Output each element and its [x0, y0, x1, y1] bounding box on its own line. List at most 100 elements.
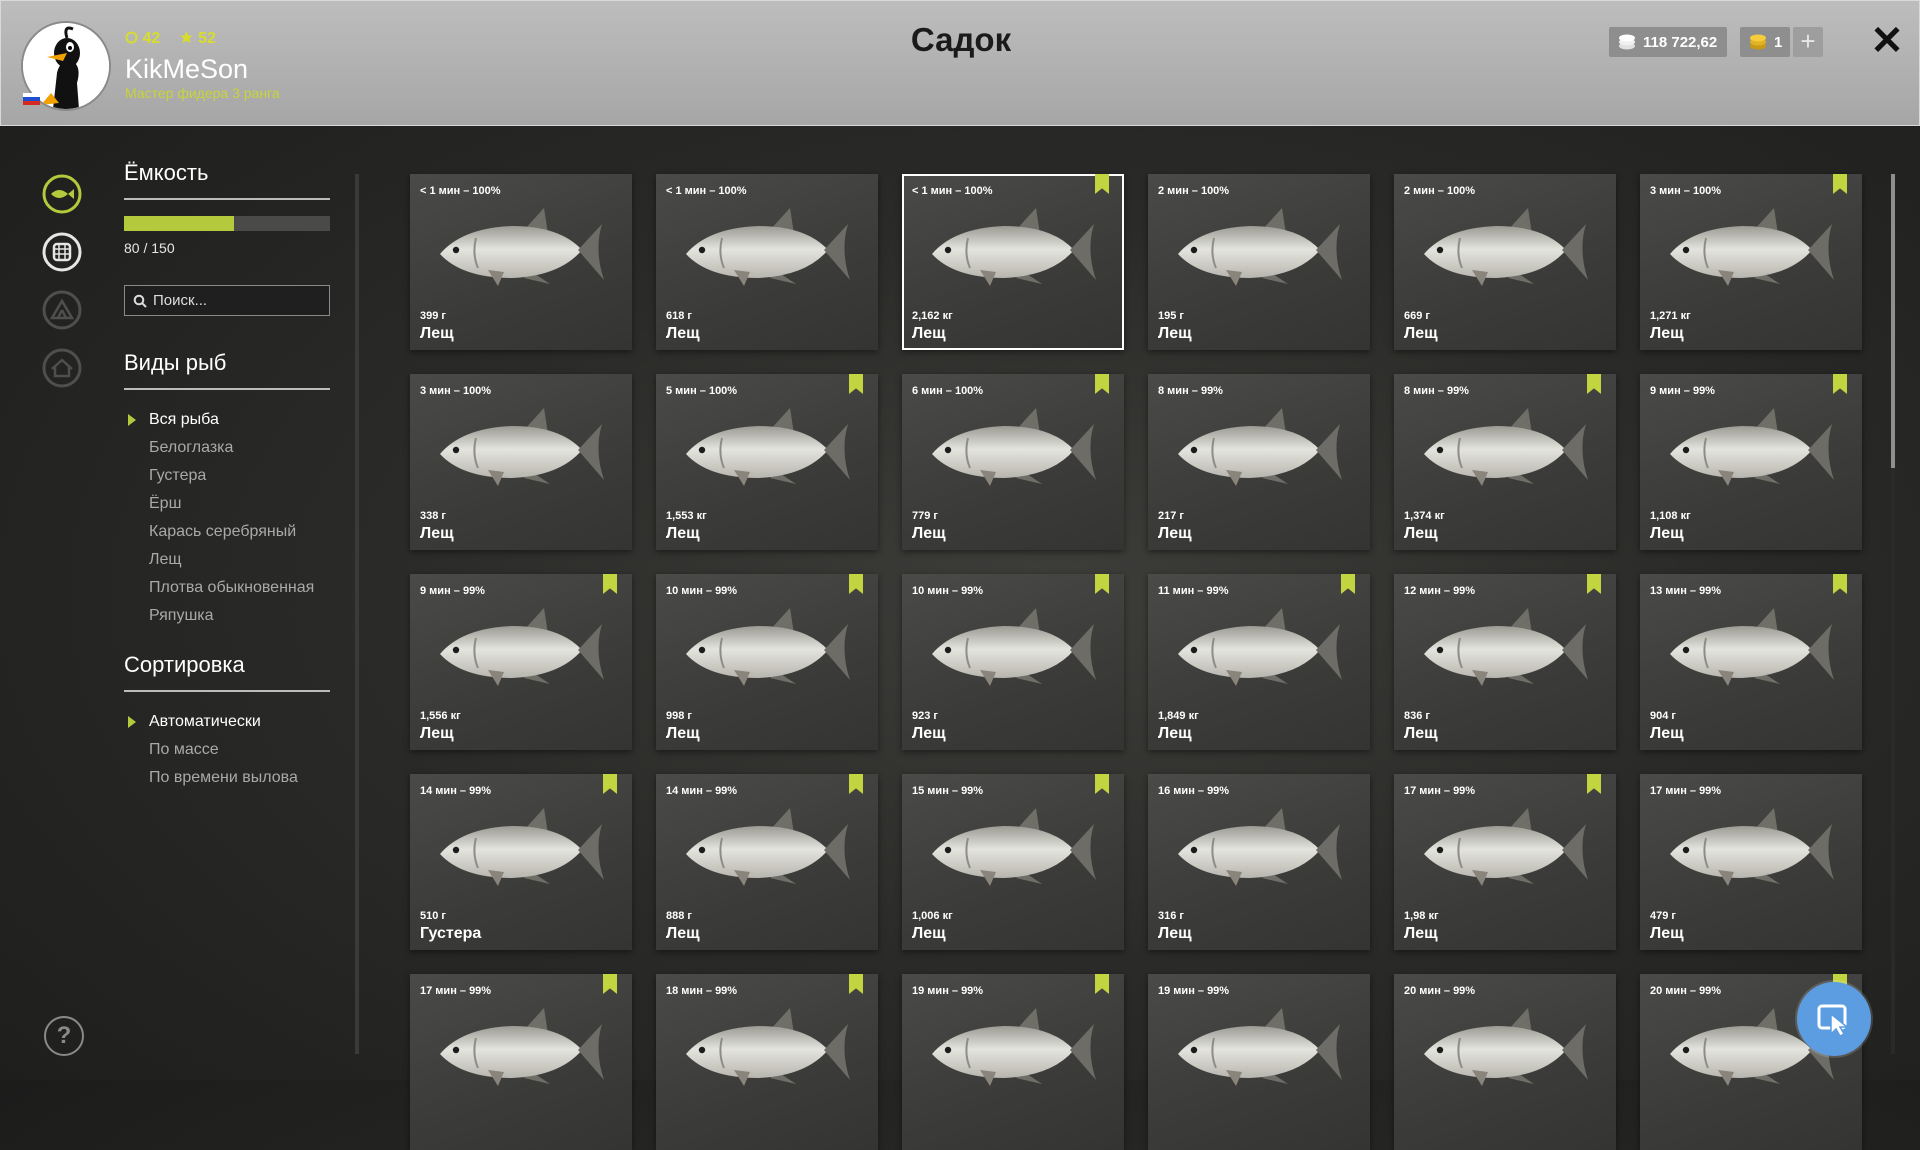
fish-name: Лещ	[912, 925, 946, 942]
fish-card[interactable]: < 1 мин – 100% 2,162 кг Лещ	[902, 174, 1124, 350]
bookmark-icon[interactable]	[1833, 374, 1847, 394]
bookmark-icon[interactable]	[603, 574, 617, 594]
fish-card[interactable]: 19 мин – 99%	[1148, 974, 1370, 1150]
sort-item[interactable]: По времени вылова	[124, 764, 330, 792]
fish-card[interactable]: 10 мин – 99% 923 г Лещ	[902, 574, 1124, 750]
fish-name: Лещ	[1650, 725, 1684, 742]
fish-card[interactable]: 2 мин – 100% 195 г Лещ	[1148, 174, 1370, 350]
fish-card[interactable]: 17 мин – 99% 479 г Лещ	[1640, 774, 1862, 950]
close-button[interactable]: ✕	[1867, 21, 1907, 61]
fish-card[interactable]: 14 мин – 99% 510 г Густера	[410, 774, 632, 950]
bookmark-icon[interactable]	[849, 774, 863, 794]
bream-fish-icon	[1670, 808, 1834, 886]
bookmark-icon[interactable]	[1095, 774, 1109, 794]
fish-card[interactable]: 12 мин – 99% 836 г Лещ	[1394, 574, 1616, 750]
home-icon	[42, 348, 82, 388]
bookmark-icon[interactable]	[1095, 374, 1109, 394]
fish-weight: 1,849 кг	[1158, 710, 1199, 722]
bream-fish-icon	[1670, 208, 1834, 286]
bookmark-icon[interactable]	[1833, 574, 1847, 594]
fish-card[interactable]: 8 мин – 99% 1,374 кг Лещ	[1394, 374, 1616, 550]
fish-card[interactable]: 9 мин – 99% 1,108 кг Лещ	[1640, 374, 1862, 550]
fish-card[interactable]: 20 мин – 99%	[1394, 974, 1616, 1150]
fish-card[interactable]: 11 мин – 99% 1,849 кг Лещ	[1148, 574, 1370, 750]
bookmark-icon[interactable]	[1833, 174, 1847, 194]
catch-time: 2 мин – 100%	[1158, 185, 1230, 197]
bream-fish-icon	[932, 408, 1096, 486]
fish-card[interactable]: 5 мин – 100% 1,553 кг Лещ	[656, 374, 878, 550]
species-item[interactable]: Густера	[124, 462, 330, 490]
fish-name: Лещ	[420, 725, 454, 742]
fish-name: Лещ	[420, 525, 454, 542]
species-item[interactable]: Ряпушка	[124, 602, 330, 630]
cursor-mode-button[interactable]	[1797, 982, 1871, 1056]
species-item[interactable]: Белоглазка	[124, 434, 330, 462]
money-balance: 118 722,62	[1609, 27, 1728, 57]
fish-card[interactable]: 19 мин – 99%	[902, 974, 1124, 1150]
bookmark-icon[interactable]	[1587, 774, 1601, 794]
capacity-text: 80 / 150	[124, 240, 175, 256]
bookmark-icon[interactable]	[1095, 174, 1109, 194]
scrollbar[interactable]	[1891, 174, 1895, 1054]
bookmark-icon[interactable]	[849, 974, 863, 994]
fish-card[interactable]: 18 мин – 99%	[656, 974, 878, 1150]
catch-time: 8 мин – 99%	[1404, 385, 1469, 397]
bookmark-icon[interactable]	[849, 574, 863, 594]
search-box[interactable]: Поиск...	[124, 285, 330, 316]
bookmark-icon[interactable]	[603, 974, 617, 994]
fish-name: Лещ	[1650, 325, 1684, 342]
fish-weight: 888 г	[666, 910, 692, 922]
fish-card[interactable]: 2 мин – 100% 669 г Лещ	[1394, 174, 1616, 350]
fish-card[interactable]: 16 мин – 99% 316 г Лещ	[1148, 774, 1370, 950]
bream-fish-icon	[686, 608, 850, 686]
fish-card[interactable]: 15 мин – 99% 1,006 кг Лещ	[902, 774, 1124, 950]
fish-card[interactable]: 17 мин – 99%	[410, 974, 632, 1150]
catch-time: 19 мин – 99%	[912, 985, 984, 997]
fish-name: Лещ	[666, 525, 700, 542]
fish-card[interactable]: < 1 мин – 100% 618 г Лещ	[656, 174, 878, 350]
fish-name: Лещ	[1158, 725, 1192, 742]
species-item[interactable]: Плотва обыкновенная	[124, 574, 330, 602]
fish-weight: 904 г	[1650, 710, 1676, 722]
fish-card[interactable]: 3 мин – 100% 338 г Лещ	[410, 374, 632, 550]
rail-keepnet-tab[interactable]	[42, 232, 82, 272]
bookmark-icon[interactable]	[1095, 574, 1109, 594]
fish-card[interactable]: 3 мин – 100% 1,271 кг Лещ	[1640, 174, 1862, 350]
rail-home-tab[interactable]	[42, 348, 82, 388]
fish-card[interactable]: 6 мин – 100% 779 г Лещ	[902, 374, 1124, 550]
species-item[interactable]: Лещ	[124, 546, 330, 574]
fish-card[interactable]: 13 мин – 99% 904 г Лещ	[1640, 574, 1862, 750]
fish-card[interactable]: 17 мин – 99% 1,98 кг Лещ	[1394, 774, 1616, 950]
sort-item[interactable]: По массе	[124, 736, 330, 764]
add-gold-button[interactable]: +	[1793, 27, 1823, 57]
sort-item[interactable]: Автоматически	[124, 708, 330, 736]
fish-name: Лещ	[912, 525, 946, 542]
fish-card[interactable]: < 1 мин – 100% 399 г Лещ	[410, 174, 632, 350]
cursor-window-icon	[1817, 1004, 1850, 1037]
species-item[interactable]: Карась серебряный	[124, 518, 330, 546]
bookmark-icon[interactable]	[1587, 574, 1601, 594]
species-item[interactable]: Ёрш	[124, 490, 330, 518]
bookmark-icon[interactable]	[1341, 574, 1355, 594]
species-item[interactable]: Вся рыба	[124, 406, 330, 434]
search-input[interactable]: Поиск...	[153, 292, 207, 309]
catch-time: 17 мин – 99%	[420, 985, 492, 997]
rail-fish-tab[interactable]	[42, 174, 82, 214]
fish-name: Лещ	[666, 925, 700, 942]
bream-fish-icon	[440, 808, 604, 886]
fish-card[interactable]: 9 мин – 99% 1,556 кг Лещ	[410, 574, 632, 750]
catch-time: 13 мин – 99%	[1650, 585, 1722, 597]
species-item-label: Карась серебряный	[149, 523, 297, 540]
bookmark-icon[interactable]	[849, 374, 863, 394]
fish-card[interactable]: 8 мин – 99% 217 г Лещ	[1148, 374, 1370, 550]
fish-card[interactable]: 14 мин – 99% 888 г Лещ	[656, 774, 878, 950]
bookmark-icon[interactable]	[1095, 974, 1109, 994]
bookmark-icon[interactable]	[1587, 374, 1601, 394]
bookmark-icon[interactable]	[603, 774, 617, 794]
scrollbar-thumb[interactable]	[1891, 174, 1895, 468]
rail-tent-tab[interactable]	[42, 290, 82, 330]
help-button[interactable]: ?	[44, 1016, 84, 1056]
level-value: 42	[142, 30, 161, 47]
fish-name: Лещ	[1404, 525, 1438, 542]
fish-card[interactable]: 10 мин – 99% 998 г Лещ	[656, 574, 878, 750]
